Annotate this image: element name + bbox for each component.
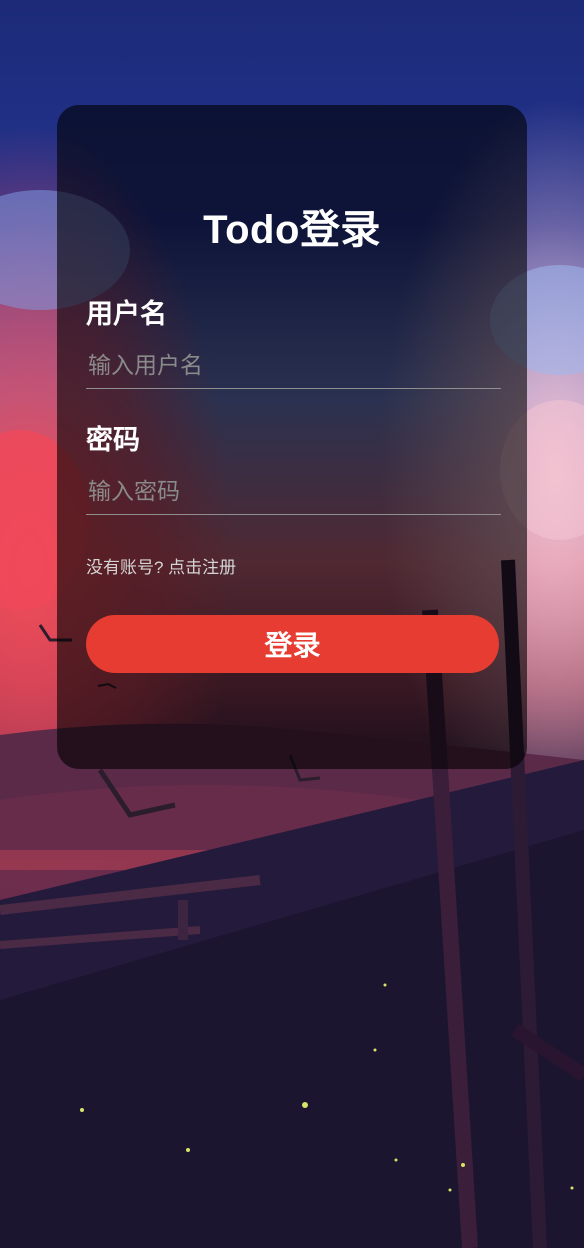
username-label: 用户名 (86, 299, 167, 329)
username-input[interactable] (86, 343, 501, 389)
login-button[interactable]: 登录 (86, 615, 499, 673)
login-title: Todo登录 (203, 208, 381, 252)
register-link[interactable]: 没有账号? 点击注册 (86, 553, 236, 578)
password-label: 密码 (86, 425, 140, 455)
password-input[interactable] (86, 469, 501, 515)
login-card: Todo登录 用户名 密码 没有账号? 点击注册 登录 (57, 105, 527, 769)
